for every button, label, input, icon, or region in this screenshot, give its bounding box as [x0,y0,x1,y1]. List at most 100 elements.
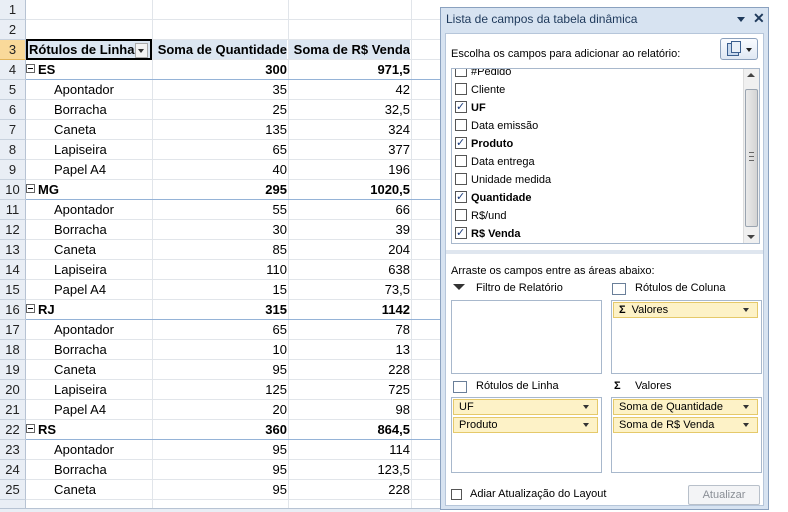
sales-cell[interactable]: 725 [289,380,410,399]
quantity-cell[interactable]: 95 [153,360,287,379]
sales-cell[interactable]: 228 [289,360,410,379]
quantity-cell[interactable]: 85 [153,240,287,259]
chevron-down-icon[interactable] [583,423,589,427]
row-number[interactable]: 7 [0,120,26,140]
quantity-cell[interactable]: 20 [153,400,287,419]
row-number[interactable]: 22 [0,420,26,440]
quantity-cell[interactable]: 55 [153,200,287,219]
row-label-cell[interactable] [26,0,152,19]
row-number[interactable]: 8 [0,140,26,160]
row-label-cell[interactable]: Papel A4 [26,280,152,299]
collapse-icon[interactable] [26,304,35,313]
row-number[interactable]: 21 [0,400,26,420]
row-labels-header-cell[interactable]: Rótulos de Linha [26,39,152,60]
sales-cell[interactable]: 123,5 [289,460,410,479]
row-number[interactable]: 11 [0,200,26,220]
quantity-cell[interactable]: 125 [153,380,287,399]
sales-cell[interactable]: 66 [289,200,410,219]
values-area[interactable]: Soma de Quantidade Soma de R$ Venda [611,397,762,473]
row-label-cell[interactable]: Borracha [26,340,152,359]
field-item[interactable]: Data emissão [455,117,538,135]
row-number[interactable]: 19 [0,360,26,380]
sales-cell[interactable]: 98 [289,400,410,419]
quantity-cell[interactable]: 30 [153,220,287,239]
row-number[interactable]: 17 [0,320,26,340]
group-label-cell[interactable]: MG [26,180,152,199]
sales-cell[interactable]: 324 [289,120,410,139]
field-item[interactable]: Quantidade [455,188,532,207]
quantity-cell[interactable]: 315 [153,300,287,319]
quantity-cell[interactable]: 15 [153,280,287,299]
collapse-icon[interactable] [26,424,35,433]
close-icon[interactable]: ✕ [753,10,765,27]
scroll-down-icon[interactable] [747,235,755,239]
sales-cell[interactable]: 204 [289,240,410,259]
field-item[interactable]: Data entrega [455,153,535,171]
quantity-cell[interactable]: 135 [153,120,287,139]
sales-cell[interactable]: 971,5 [289,60,410,79]
field-checkbox[interactable] [455,98,467,116]
field-list-scrollbar[interactable] [743,69,759,243]
row-number[interactable]: 9 [0,160,26,180]
row-label-cell[interactable]: Lapiseira [26,140,152,159]
columns-area[interactable]: Σ Valores [611,300,762,374]
values-chip-quantidade[interactable]: Soma de Quantidade [613,399,758,415]
row-number[interactable]: 14 [0,260,26,280]
chevron-down-icon[interactable] [583,405,589,409]
field-item[interactable]: Cliente [455,81,505,99]
row-number[interactable]: 1 [0,0,26,20]
field-checkbox[interactable] [455,173,467,186]
chevron-down-icon[interactable] [743,308,749,312]
sales-cell[interactable]: 78 [289,320,410,339]
row-number[interactable]: 13 [0,240,26,260]
columns-values-chip[interactable]: Σ Valores [613,302,758,318]
row-number[interactable]: 24 [0,460,26,480]
field-checkbox[interactable] [455,119,467,132]
sales-cell[interactable]: 228 [289,480,410,499]
row-label-cell[interactable]: Papel A4 [26,160,152,179]
row-label-cell[interactable]: Caneta [26,120,152,139]
panel-splitter[interactable] [446,250,763,254]
sales-cell[interactable] [289,20,410,39]
rows-chip-produto[interactable]: Produto [453,417,598,433]
sales-cell[interactable]: 73,5 [289,280,410,299]
sales-cell[interactable]: 13 [289,340,410,359]
field-item[interactable]: #Pedido [455,69,511,81]
values-chip-venda[interactable]: Soma de R$ Venda [613,417,758,433]
field-list[interactable]: #Pedido Cliente UF Data emissão Produto Data … [451,68,760,244]
sales-cell[interactable]: 1020,5 [289,180,410,199]
row-number[interactable]: 5 [0,80,26,100]
sales-cell[interactable]: 864,5 [289,420,410,439]
sales-cell[interactable]: 377 [289,140,410,159]
sales-cell[interactable]: 638 [289,260,410,279]
field-checkbox[interactable] [455,224,467,242]
quantity-cell[interactable] [153,0,287,19]
quantity-cell[interactable]: 300 [153,60,287,79]
quantity-cell[interactable] [153,20,287,39]
quantity-cell[interactable]: 95 [153,460,287,479]
panel-menu-chevron-icon[interactable] [737,17,745,22]
row-number[interactable]: 10 [0,180,26,200]
quantity-cell[interactable]: 65 [153,140,287,159]
sales-cell[interactable]: Soma de R$ Venda [289,40,410,59]
field-item[interactable]: Produto [455,134,513,153]
row-label-cell[interactable]: Apontador [26,80,152,99]
field-checkbox[interactable] [455,83,467,96]
quantity-cell[interactable]: 110 [153,260,287,279]
sales-cell[interactable]: 1142 [289,300,410,319]
group-label-cell[interactable]: RJ [26,300,152,319]
rows-area[interactable]: UF Produto [451,397,602,473]
row-number[interactable]: 16 [0,300,26,320]
quantity-cell[interactable]: Soma de Quantidade [153,40,287,59]
row-number[interactable]: 4 [0,60,26,80]
quantity-cell[interactable]: 95 [153,480,287,499]
field-checkbox[interactable] [455,69,467,78]
row-label-cell[interactable]: Borracha [26,220,152,239]
rows-chip-uf[interactable]: UF [453,399,598,415]
row-label-cell[interactable]: Borracha [26,100,152,119]
row-label-cell[interactable]: Lapiseira [26,380,152,399]
row-number[interactable]: 3 [0,40,26,60]
scroll-thumb[interactable] [745,89,758,227]
collapse-icon[interactable] [26,64,35,73]
quantity-cell[interactable]: 360 [153,420,287,439]
